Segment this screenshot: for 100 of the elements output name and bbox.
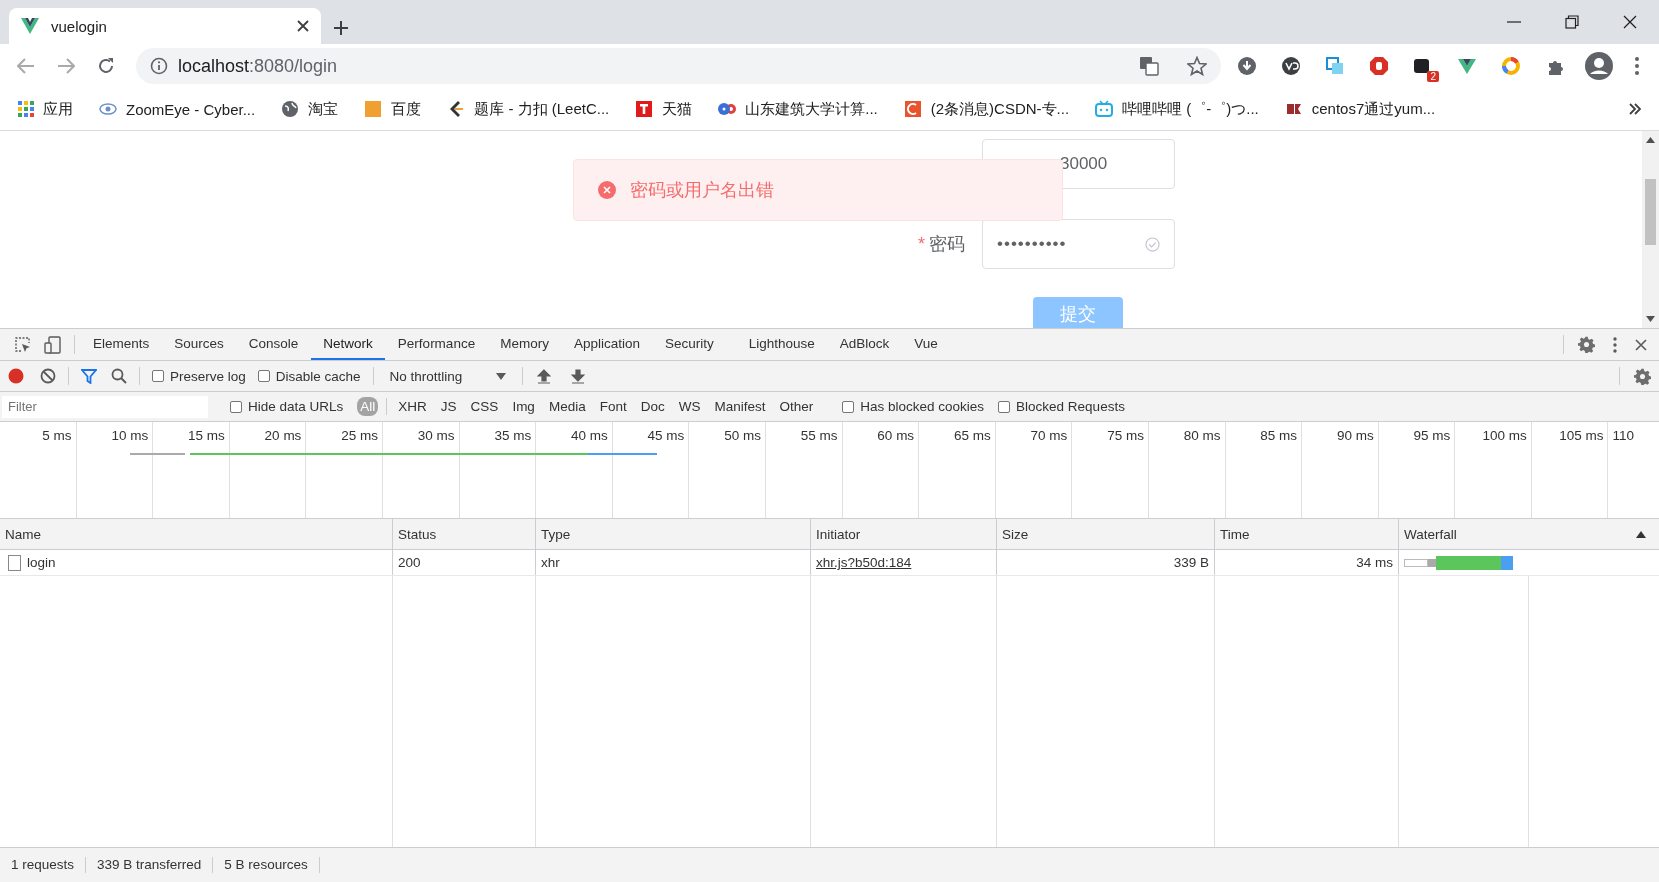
request-name[interactable]: login <box>27 555 56 570</box>
download-icon[interactable] <box>1237 56 1257 76</box>
resource-type-filter[interactable]: Doc <box>637 397 668 416</box>
bookmark-link[interactable]: 题库 - 力扣 (LeetC... <box>474 99 610 119</box>
column-header[interactable]: Name <box>5 526 41 542</box>
ring-icon[interactable] <box>1501 56 1521 76</box>
url-text: localhost:8080/login <box>178 55 338 77</box>
new-tab-icon[interactable] <box>333 20 349 36</box>
scroll-down-arrow-icon[interactable] <box>1646 316 1655 322</box>
time-tick-label: 30 ms <box>417 428 455 443</box>
resource-type-filter[interactable]: CSS <box>467 397 502 416</box>
record-icon[interactable] <box>8 368 24 384</box>
scroll-up-arrow-icon[interactable] <box>1646 137 1655 143</box>
resource-type-filter[interactable]: XHR <box>395 397 430 416</box>
column-header[interactable]: Status <box>398 526 437 542</box>
resource-type-filter[interactable]: WS <box>675 397 704 416</box>
time-tick-label: 50 ms <box>724 428 761 443</box>
devtools-tab[interactable]: Elements <box>81 329 162 360</box>
column-header[interactable]: Size <box>1002 526 1029 542</box>
resource-type-filter[interactable]: JS <box>437 397 460 416</box>
filter-funnel-icon[interactable] <box>81 368 97 384</box>
resource-type-filter[interactable]: Font <box>596 397 630 416</box>
initiator-link[interactable]: xhr.js?b50d:184 <box>816 555 912 570</box>
devtools-tab[interactable]: Performance <box>385 329 488 360</box>
time-tick-label: 35 ms <box>494 428 532 443</box>
time-tick-label: 70 ms <box>1030 428 1068 443</box>
checkbox[interactable] <box>152 370 164 382</box>
table-cell: 339 B <box>1173 555 1209 570</box>
v-logo-icon <box>21 18 39 34</box>
search-icon[interactable] <box>111 368 127 384</box>
checkbox[interactable] <box>998 400 1011 413</box>
vd-logo-icon[interactable] <box>1281 56 1301 76</box>
settings-icon[interactable] <box>1634 367 1651 385</box>
bookmark-link[interactable]: 山东建筑大学计算... <box>745 99 878 119</box>
star-icon[interactable] <box>1187 56 1207 76</box>
time-tick-label: 65 ms <box>953 428 991 443</box>
checkbox-label: Preserve log <box>170 368 246 384</box>
devtools-tab[interactable]: Console <box>236 329 311 360</box>
bookmark-link[interactable]: 哔哩哔哩 (゜-゜)つ... <box>1122 99 1259 119</box>
close-icon[interactable] <box>297 20 309 32</box>
time-tick-label: 80 ms <box>1183 428 1221 443</box>
table-cell: xhr <box>541 555 560 570</box>
column-header[interactable]: Waterfall <box>1404 526 1457 542</box>
time-tick-label: 105 ms <box>1559 428 1604 443</box>
checkbox-label: Has blocked cookies <box>860 399 985 414</box>
throttling-dropdown[interactable]: No throttling <box>379 368 517 384</box>
time-tick-label: 60 ms <box>877 428 915 443</box>
clear-icon[interactable] <box>40 368 56 384</box>
upload-arrow-icon[interactable] <box>537 368 552 384</box>
device-toggle-icon[interactable] <box>44 335 62 354</box>
scrollbar[interactable] <box>1642 131 1659 328</box>
checkbox[interactable] <box>257 370 270 382</box>
translate-icon[interactable] <box>1139 56 1159 76</box>
close-icon[interactable] <box>1635 338 1647 351</box>
devtools-tab[interactable]: AdBlock <box>827 329 902 360</box>
sort-up-icon[interactable] <box>1636 530 1646 538</box>
browser-tab[interactable]: vuelogin <box>9 8 321 44</box>
menu-icon[interactable] <box>1635 57 1639 75</box>
v-logo-icon[interactable] <box>1457 56 1477 76</box>
bookmark-link[interactable]: (2条消息)CSDN-专... <box>930 99 1070 119</box>
bookmark-link[interactable]: 应用 <box>43 99 73 119</box>
close-icon[interactable] <box>1623 15 1637 29</box>
resource-type-filter[interactable]: Other <box>776 397 817 416</box>
bookmark-link[interactable]: ZoomEye - Cyber... <box>126 100 256 118</box>
error-message: 密码或用户名出错 <box>630 179 774 202</box>
chevron-double-right-icon[interactable] <box>1629 103 1641 115</box>
inspect-cursor-icon[interactable] <box>14 335 32 354</box>
devtools-tab[interactable]: Application <box>561 329 652 360</box>
time-tick-label: 25 ms <box>341 428 378 443</box>
time-tick-label: 15 ms <box>188 428 225 443</box>
reload-icon[interactable] <box>97 57 115 75</box>
column-header[interactable]: Time <box>1220 526 1250 542</box>
address-bar[interactable]: localhost:8080/login <box>136 48 1221 84</box>
column-header[interactable]: Initiator <box>816 526 861 542</box>
time-tick-label: 20 ms <box>264 428 302 443</box>
devtools-tab[interactable]: Vue <box>902 329 950 360</box>
avatar-icon[interactable] <box>1585 52 1613 80</box>
column-header[interactable]: Type <box>541 526 571 542</box>
resource-type-filter[interactable]: Media <box>545 397 589 416</box>
bookmark-link[interactable]: 淘宝 <box>308 99 339 119</box>
resource-type-filter[interactable]: Manifest <box>711 397 769 416</box>
devtools-tab[interactable]: Lighthouse <box>736 329 827 360</box>
bookmark-link[interactable]: centos7通过yum... <box>1311 99 1436 119</box>
time-tick-label: 100 ms <box>1482 428 1527 443</box>
time-tick-label: 45 ms <box>647 428 685 443</box>
scrollbar-thumb[interactable] <box>1645 179 1656 245</box>
devtools-tab[interactable]: Sources <box>162 329 236 360</box>
checkbox[interactable] <box>230 400 242 413</box>
download-arrow-icon[interactable] <box>571 368 586 384</box>
copy-icon[interactable] <box>1325 56 1345 76</box>
more-options-icon[interactable] <box>1613 336 1617 353</box>
devtools-tab[interactable]: Security <box>652 329 726 360</box>
restore-icon[interactable] <box>1565 15 1579 29</box>
filter-field[interactable]: Filter <box>2 395 208 418</box>
bookmark-link[interactable]: 百度 <box>391 99 422 119</box>
devtools-tab[interactable]: Memory <box>488 329 561 360</box>
checkbox[interactable] <box>842 400 855 413</box>
resource-type-filter[interactable]: Img <box>509 397 538 416</box>
settings-icon[interactable] <box>1578 336 1595 353</box>
bookmark-link[interactable]: 天猫 <box>662 99 693 119</box>
